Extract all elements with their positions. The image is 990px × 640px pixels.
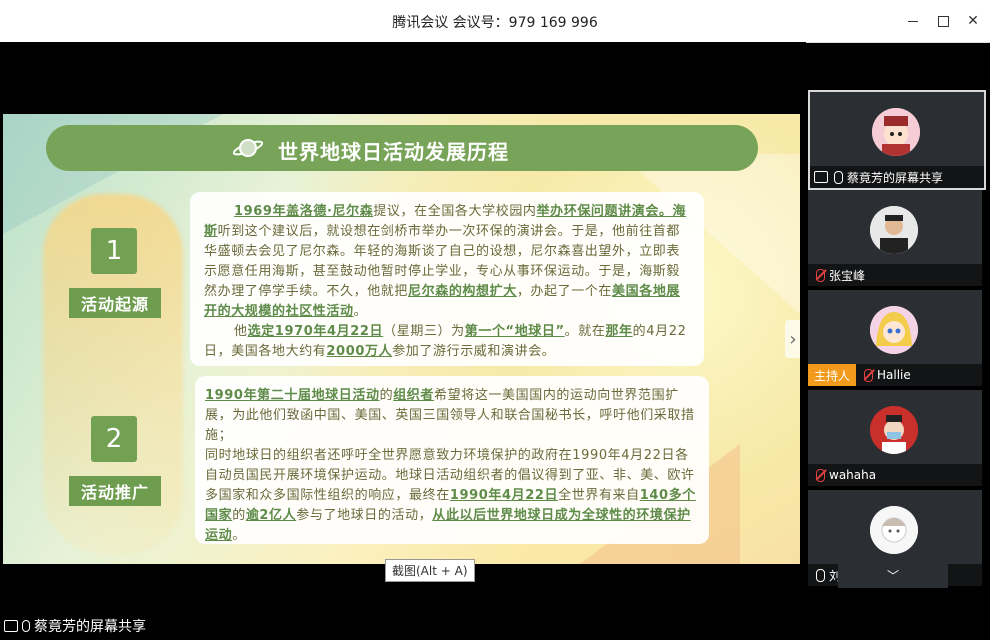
participant-tile[interactable]: 张宝峰: [808, 190, 982, 286]
presentation-slide: 世界地球日活动发展历程 1 活动起源 1969年盖洛德·尼尔森提议，在全国各大学…: [3, 114, 800, 564]
highlighted-text: 2000万人: [326, 344, 393, 359]
avatar: [870, 306, 918, 354]
section-number-1: 1: [91, 228, 137, 274]
participant-name: Hallie: [877, 368, 911, 382]
mic-muted-icon: [864, 368, 874, 382]
section-card-2: 1990年第二十届地球日活动的组织者希望将这一美国国内的运动向世界范围扩展，为此…: [195, 376, 709, 544]
section-tag-origin: 活动起源: [69, 288, 161, 318]
text-segment: 参与了地球日的活动，: [296, 508, 433, 523]
text-segment: 。: [232, 528, 246, 543]
shared-screen[interactable]: 世界地球日活动发展历程 1 活动起源 1969年盖洛德·尼尔森提议，在全国各大学…: [0, 42, 806, 598]
collapse-panel-button[interactable]: ﹀: [838, 562, 948, 588]
participant-name: 蔡竟芳的屏幕共享: [847, 170, 944, 185]
minimize-button[interactable]: [902, 10, 924, 32]
participant-label: wahaha: [808, 464, 982, 486]
text-segment: ，办起了一个在: [516, 284, 613, 299]
section-number-2: 2: [91, 416, 137, 462]
participant-tile[interactable]: 蔡竟芳的屏幕共享: [808, 90, 986, 190]
screenshot-tooltip: 截图(Alt + A): [385, 559, 475, 582]
highlighted-text: 选定1970年4月22日: [247, 324, 384, 339]
participant-name: wahaha: [829, 468, 877, 482]
screen-share-indicator: 蔡竟芳的屏幕共享: [4, 616, 146, 636]
highlighted-text: 1990年第二十届地球日活动: [205, 388, 380, 403]
avatar: [870, 206, 918, 254]
paragraph: 他选定1970年4月22日（星期三）为第一个“地球日”。就在那年的4月22日，美…: [190, 322, 704, 362]
section-tag-promotion: 活动推广: [69, 476, 161, 506]
text-segment: 的: [232, 508, 246, 523]
screen-share-icon: [4, 620, 18, 632]
highlighted-text: 逾2亿人: [245, 508, 297, 523]
text-segment: （星期三）为: [383, 324, 465, 339]
mic-icon: [816, 568, 825, 582]
highlighted-text: 组织者: [393, 388, 435, 403]
highlighted-text: 那年: [605, 324, 633, 339]
chevron-right-icon: ›: [789, 328, 797, 350]
maximize-button[interactable]: [932, 10, 954, 32]
paragraph: 1990年第二十届地球日活动的组织者希望将这一美国国内的运动向世界范围扩展，为此…: [195, 376, 709, 446]
highlighted-text: 尼尔森的构想扩大: [408, 284, 517, 299]
highlighted-text: 第一个“地球日”: [464, 324, 565, 339]
close-button[interactable]: ✕: [962, 10, 984, 32]
mic-icon: [834, 170, 843, 184]
participant-label: 主持人 Hallie: [808, 364, 982, 386]
section-card-1: 1969年盖洛德·尼尔森提议，在全国各大学校园内举办环保问题讲演会。海斯听到这个…: [190, 192, 704, 366]
highlighted-text: 1990年4月22日: [449, 488, 559, 503]
avatar: [872, 108, 920, 156]
maximize-icon: [937, 15, 949, 27]
text-segment: 参加了游行示威和演讲会。: [392, 344, 556, 359]
text-segment: 他: [234, 324, 248, 339]
slide-title: 世界地球日活动发展历程: [278, 140, 509, 164]
participant-label: 张宝峰: [808, 264, 982, 286]
planet-icon: [233, 139, 263, 157]
avatar: [870, 406, 918, 454]
screen-share-icon: [814, 171, 828, 183]
close-icon: ✕: [967, 13, 979, 29]
participant-tile[interactable]: wahaha: [808, 390, 982, 486]
mic-icon: [22, 620, 30, 632]
participant-tile[interactable]: 主持人 Hallie: [808, 290, 982, 386]
highlighted-text: 1969年盖洛德·尼尔森: [234, 204, 374, 219]
avatar: [870, 506, 918, 554]
chevron-down-icon: ﹀: [886, 568, 899, 583]
text-segment: 。: [353, 304, 368, 319]
participant-name: 张宝峰: [829, 268, 866, 283]
text-segment: 全世界有来自: [558, 488, 640, 503]
host-badge: 主持人: [808, 364, 857, 386]
mic-muted-icon: [816, 468, 825, 482]
slide-title-banner: 世界地球日活动发展历程: [46, 125, 758, 171]
window-title: 腾讯会议 会议号：979 169 996: [392, 15, 598, 31]
title-bar: 腾讯会议 会议号：979 169 996 ✕: [0, 0, 990, 43]
text-segment: 提议，在全国各大学校园内: [373, 204, 537, 219]
sharer-name: 蔡竟芳的屏幕共享: [34, 619, 146, 635]
text-segment: 。就在: [564, 324, 606, 339]
mic-muted-icon: [816, 268, 825, 282]
minimize-icon: [908, 20, 918, 22]
participant-panel: 蔡竟芳的屏幕共享 张宝峰 主持人 Hallie wahaha ﹀: [806, 88, 990, 598]
participant-label: 蔡竟芳的屏幕共享: [810, 166, 984, 188]
text-segment: 的: [379, 388, 394, 403]
paragraph: 同时地球日的组织者还呼吁全世界愿意致力环境保护的政府在1990年4月22日各自动…: [195, 446, 709, 546]
next-page-arrow[interactable]: ›: [785, 320, 800, 358]
paragraph: 1969年盖洛德·尼尔森提议，在全国各大学校园内举办环保问题讲演会。海斯听到这个…: [190, 192, 704, 322]
